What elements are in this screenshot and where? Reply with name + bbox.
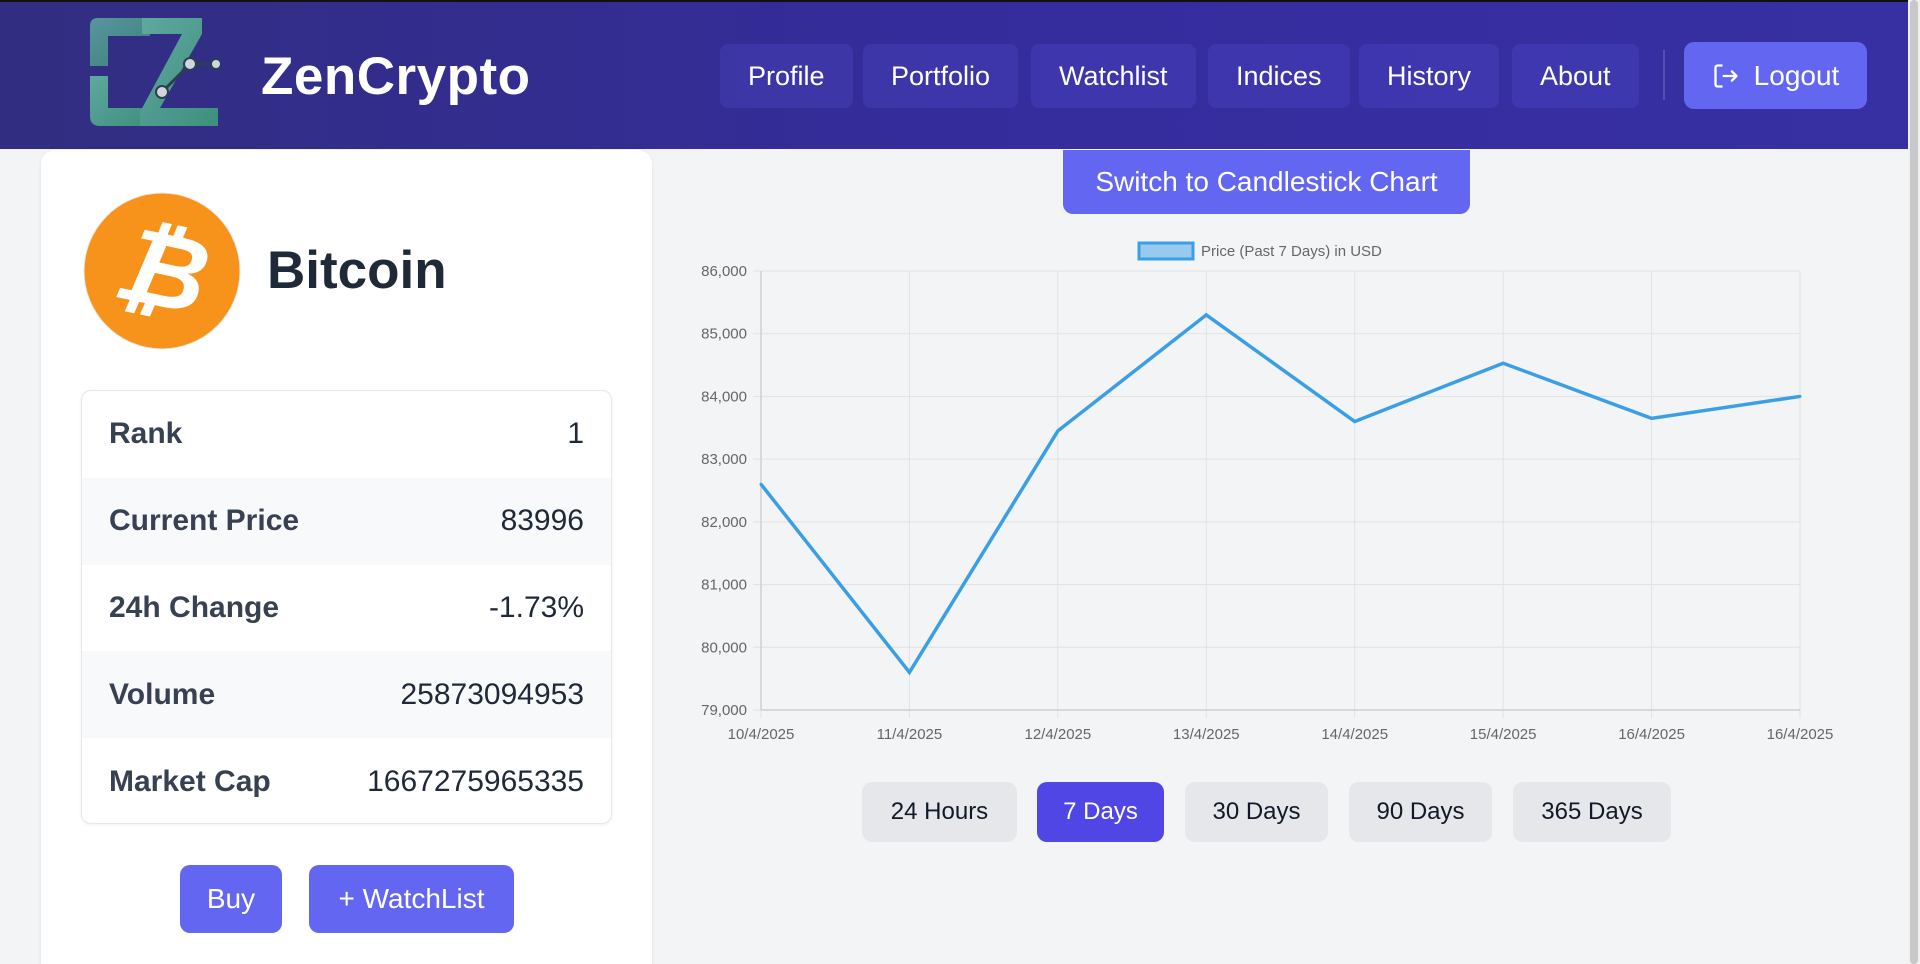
data-point	[1204, 313, 1208, 317]
data-point	[1501, 361, 1505, 365]
stat-value: 25873094953	[400, 677, 584, 711]
x-tick-label: 11/4/2025	[877, 726, 943, 743]
zencrypto-logo-icon[interactable]	[90, 16, 220, 128]
nav-indices[interactable]: Indices	[1208, 44, 1350, 108]
stat-label: Current Price	[109, 504, 300, 538]
nav-history[interactable]: History	[1359, 44, 1500, 108]
range-365-days[interactable]: 365 Days	[1513, 782, 1671, 842]
logout-button[interactable]: Logout	[1684, 42, 1867, 109]
x-tick-label: 14/4/2025	[1321, 726, 1388, 743]
buy-button[interactable]: Buy	[180, 865, 282, 933]
stat-row-volume: Volume 25873094953	[82, 651, 611, 739]
x-tick-label: 12/4/2025	[1024, 726, 1091, 743]
stat-value: 1	[567, 417, 584, 451]
range-30-days[interactable]: 30 Days	[1185, 782, 1328, 842]
x-tick-label: 15/4/2025	[1470, 726, 1537, 743]
y-tick-label: 85,000	[701, 326, 747, 343]
stat-value: 1667275965335	[367, 764, 584, 798]
stat-row-24h-change: 24h Change -1.73%	[82, 565, 611, 652]
stat-value: -1.73%	[488, 590, 584, 624]
nav-watchlist[interactable]: Watchlist	[1031, 44, 1196, 108]
data-point	[1798, 394, 1802, 398]
y-tick-label: 83,000	[701, 451, 747, 468]
stat-label: 24h Change	[109, 590, 280, 624]
top-border	[0, 0, 1920, 2]
y-tick-label: 86,000	[701, 263, 747, 280]
nav-divider	[1663, 50, 1665, 100]
range-24-hours[interactable]: 24 Hours	[862, 782, 1017, 842]
x-tick-label: 13/4/2025	[1173, 726, 1240, 743]
price-line-chart: 86,000 85,000 84,000 83,000 82,000 81,000 80,0…	[701, 241, 1834, 743]
range-90-days[interactable]: 90 Days	[1349, 782, 1492, 842]
brand-name[interactable]: ZenCrypto	[261, 46, 531, 107]
coin-stats-table: Rank 1 Current Price 83996 24h Change -1…	[81, 390, 612, 824]
y-tick-label: 80,000	[701, 639, 747, 656]
add-watchlist-button[interactable]: + WatchList	[309, 865, 514, 933]
range-7-days[interactable]: 7 Days	[1037, 782, 1164, 842]
nav-portfolio[interactable]: Portfolio	[863, 44, 1019, 108]
switch-candlestick-button[interactable]: Switch to Candlestick Chart	[1063, 150, 1470, 214]
stat-row-current-price: Current Price 83996	[82, 477, 611, 565]
nav-about[interactable]: About	[1512, 44, 1639, 108]
legend-swatch	[1137, 241, 1195, 261]
price-series-line	[759, 312, 1801, 676]
stat-label: Rank	[109, 417, 183, 451]
stat-label: Volume	[109, 677, 216, 711]
stat-label: Market Cap	[109, 764, 271, 798]
scrollbar-thumb[interactable]	[1910, 0, 1918, 964]
x-tick-label: 10/4/2025	[728, 726, 795, 743]
data-point	[907, 670, 911, 674]
stat-row-rank: Rank 1	[82, 391, 611, 478]
y-tick-label: 81,000	[701, 577, 747, 594]
coin-card: ₿ Bitcoin Rank 1 Current Price 83996 24h…	[41, 150, 652, 964]
data-point	[1353, 420, 1357, 424]
legend-label: Price (Past 7 Days) in USD	[1201, 243, 1382, 260]
data-point	[1056, 429, 1060, 433]
logout-icon	[1714, 63, 1738, 88]
nav-profile[interactable]: Profile	[720, 44, 853, 108]
x-tick-label: 16/4/2025	[1618, 726, 1685, 743]
bitcoin-icon: ₿	[83, 192, 241, 350]
y-tick-label: 82,000	[701, 514, 747, 531]
coin-name: Bitcoin	[267, 241, 447, 300]
data-point	[759, 482, 763, 486]
y-tick-label: 84,000	[701, 388, 747, 405]
y-tick-label: 79,000	[701, 702, 747, 719]
logout-label: Logout	[1753, 59, 1840, 91]
data-point	[1650, 416, 1654, 420]
x-tick-label: 16/4/2025	[1767, 726, 1834, 743]
stat-value: 83996	[500, 504, 584, 538]
stat-row-market-cap: Market Cap 1667275965335	[82, 738, 611, 823]
